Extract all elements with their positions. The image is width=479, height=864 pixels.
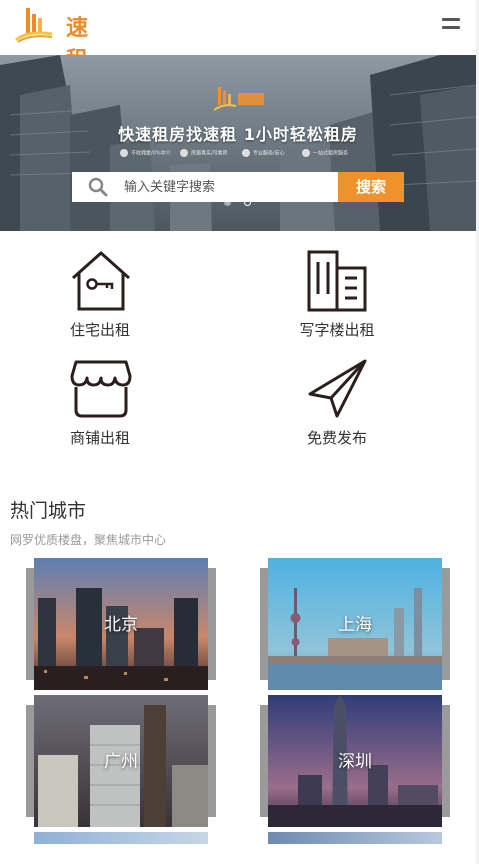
feature-item: 房源真实/可看房 [180,149,228,157]
category-label: 写字楼出租 [299,321,375,339]
city-name: 上海 [338,615,372,635]
feature-item: 不收佣金/0%中介 [120,149,171,157]
city-card-next[interactable] [34,832,224,844]
page: 速租 [0,0,476,864]
city-image: 广州 [34,695,208,827]
city-name: 深圳 [338,752,372,772]
city-card-guangzhou[interactable]: 广州 [26,695,224,827]
house-key-icon [72,251,130,311]
category-publish[interactable]: 免费发布 [237,358,437,458]
category-office[interactable]: 写字楼出租 [237,250,437,350]
menu-icon-line-top [442,18,460,21]
paper-plane-icon [308,359,367,418]
brand-logo[interactable]: 速租 [14,4,104,73]
top-header: 速租 [0,0,476,73]
city-card-shenzhen[interactable]: 深圳 [260,695,458,827]
menu-icon-line-bottom [442,26,460,29]
category-shop[interactable]: 商铺出租 [0,358,200,458]
category-residential[interactable]: 住宅出租 [0,250,200,350]
office-building-icon [307,250,367,312]
city-card-beijing[interactable]: 北京 [26,558,224,690]
check-icon [180,149,188,157]
logo-mark-icon [15,8,53,43]
hero-banner[interactable]: 快速租房找速租 1小时轻松租房 不收佣金/0%中介 房源真实/可看房 专业服务/… [0,55,476,231]
hot-cities-subtitle: 网罗优质楼盘，聚焦城市中心 [10,533,167,547]
feature-item: 专业服务/安心 [242,149,285,157]
menu-button[interactable] [440,16,462,32]
storefront-icon [70,360,132,418]
search-icon [88,177,108,197]
category-label: 住宅出租 [69,321,130,339]
city-image: 北京 [34,558,208,690]
search-input[interactable] [124,172,334,202]
feature-item: 一站式租房服务 [302,149,348,157]
carousel-dot[interactable] [224,199,231,206]
search-box[interactable] [72,172,338,202]
city-name: 广州 [104,752,138,772]
city-image: 深圳 [268,695,442,827]
city-image [268,832,442,844]
check-icon [242,149,250,157]
city-card-shanghai[interactable]: 上海 [260,558,458,690]
check-icon [302,149,310,157]
hot-cities-title: 热门城市 [10,500,87,522]
search-button[interactable]: 搜索 [338,172,404,202]
city-image [34,832,208,844]
check-icon [120,149,128,157]
category-label: 商铺出租 [69,429,130,447]
banner-slogan: 快速租房找速租 1小时轻松租房 [118,125,358,144]
category-label: 免费发布 [306,429,367,447]
carousel-dot-active[interactable] [244,199,251,206]
city-card-next[interactable] [268,832,458,844]
banner-logo-icon [213,87,264,111]
feature-list: 不收佣金/0%中介 房源真实/可看房 专业服务/安心 一站式租房服务 [120,149,360,163]
city-image: 上海 [268,558,442,690]
city-name: 北京 [104,615,138,635]
carousel-indicators [224,199,264,209]
